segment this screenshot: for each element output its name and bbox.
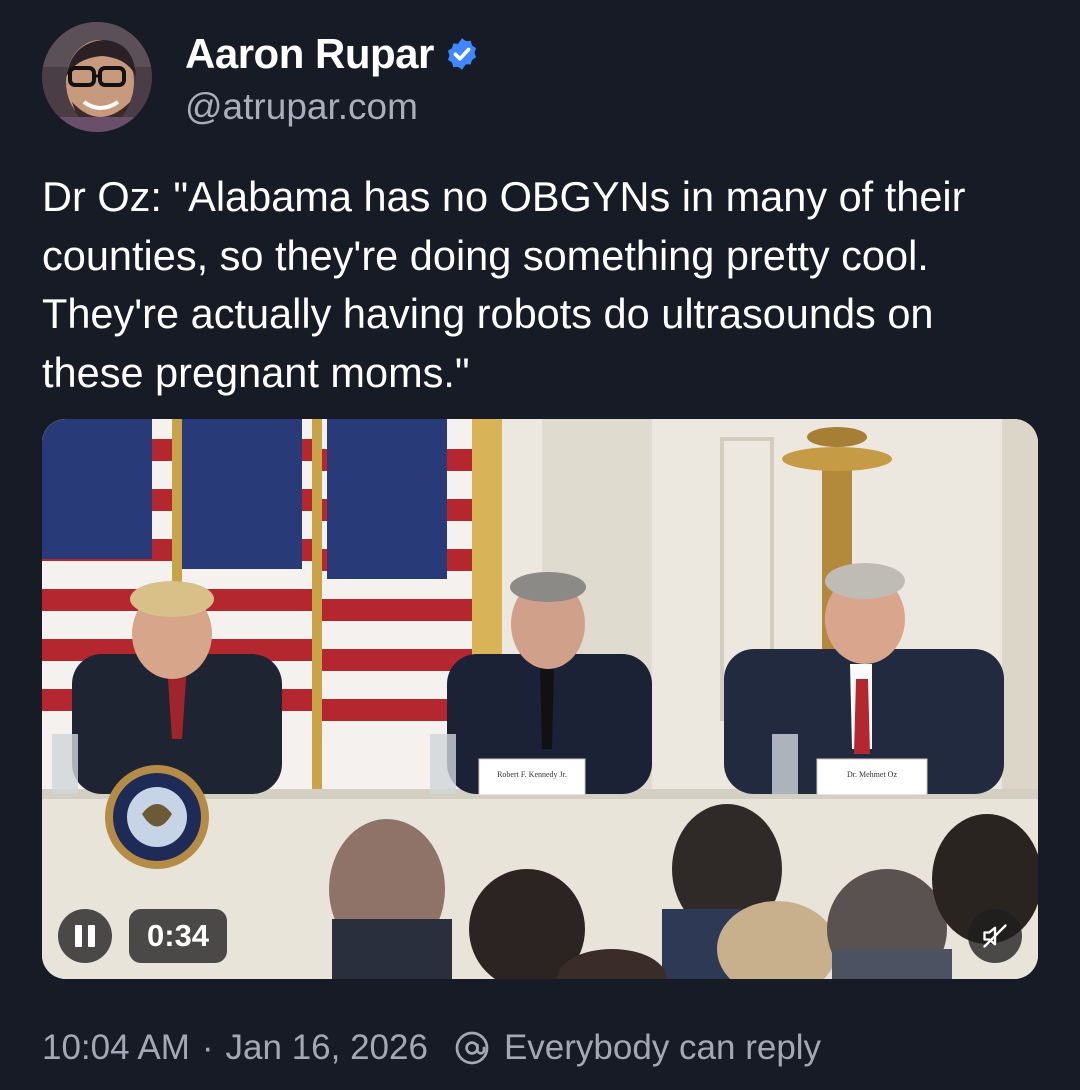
video-frame: Robert F. Kennedy Jr. Dr. Mehmet Oz [42, 419, 1038, 979]
meta-separator: · [201, 1028, 214, 1067]
reply-setting[interactable]: Everybody can reply [504, 1028, 821, 1068]
post-time[interactable]: 10:04 AM [42, 1028, 190, 1068]
pause-icon [75, 925, 82, 947]
author-name[interactable]: Aaron Rupar [185, 30, 434, 78]
post-meta: 10:04 AM · Jan 16, 2026 Everybody can re… [42, 1024, 821, 1072]
avatar-photo [42, 22, 152, 132]
author-handle[interactable]: @atrupar.com [185, 86, 418, 128]
presidential-seal-icon [105, 765, 209, 869]
mute-button[interactable] [968, 909, 1022, 963]
author-avatar[interactable] [42, 22, 152, 132]
pause-button[interactable] [58, 909, 112, 963]
post-text: Dr Oz: "Alabama has no OBGYNs in many of… [42, 173, 978, 396]
author-name-row[interactable]: Aaron Rupar [185, 28, 480, 80]
speaker-muted-icon [983, 924, 1007, 948]
verified-badge-icon [447, 38, 476, 70]
video-player[interactable]: Robert F. Kennedy Jr. Dr. Mehmet Oz 0:34 [42, 419, 1038, 979]
post-date[interactable]: Jan 16, 2026 [226, 1028, 428, 1068]
placard-oz: Dr. Mehmet Oz [847, 770, 897, 779]
at-sign-icon [455, 1031, 489, 1065]
video-timestamp: 0:34 [129, 909, 228, 963]
placard-kennedy: Robert F. Kennedy Jr. [497, 770, 567, 779]
